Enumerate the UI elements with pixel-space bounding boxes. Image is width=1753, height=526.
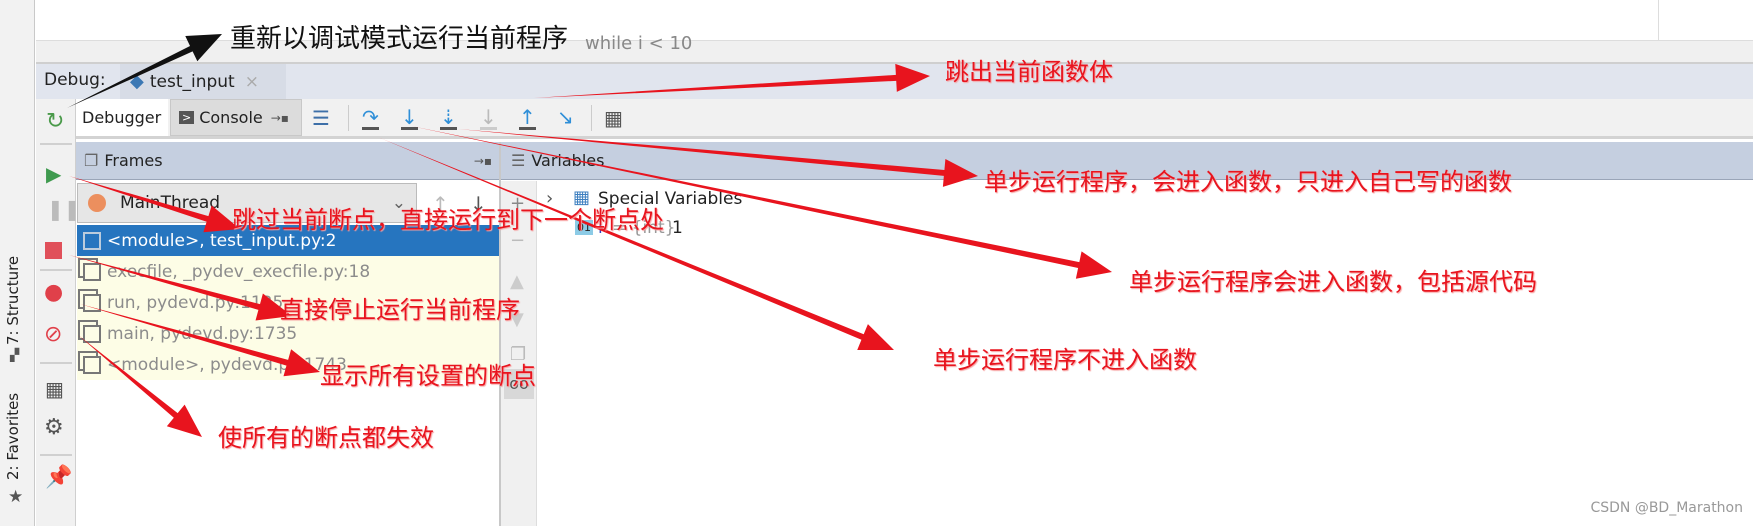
annotation-resume: 跳过当前断点，直接运行到下一个断点处 [232, 206, 664, 234]
annotation-view-breakpoints: 显示所有设置的断点 [320, 362, 536, 390]
arrow-rerun [67, 34, 222, 108]
arrow-stop [69, 255, 292, 321]
watermark: CSDN @BD_Marathon [1590, 500, 1743, 516]
arrow-step-into-my-code [458, 129, 978, 187]
annotation-mute-breakpoints: 使所有的断点都失效 [218, 424, 434, 452]
annotation-stop: 直接停止运行当前程序 [280, 296, 520, 324]
arrow-resume [69, 176, 240, 233]
annotation-step-over: 单步运行程序不进入函数 [933, 346, 1197, 374]
annotation-step-into: 单步运行程序会进入函数，包括源代码 [1129, 268, 1537, 296]
arrow-mute-breakpoints [78, 335, 202, 437]
annotation-step-out: 跳出当前函数体 [945, 58, 1113, 86]
arrow-step-out [534, 63, 930, 98]
annotation-step-into-my-code: 单步运行程序，会进入函数，只进入自己写的函数 [984, 168, 1512, 196]
annotation-rerun: 重新以调试模式运行当前程序 [230, 24, 569, 54]
